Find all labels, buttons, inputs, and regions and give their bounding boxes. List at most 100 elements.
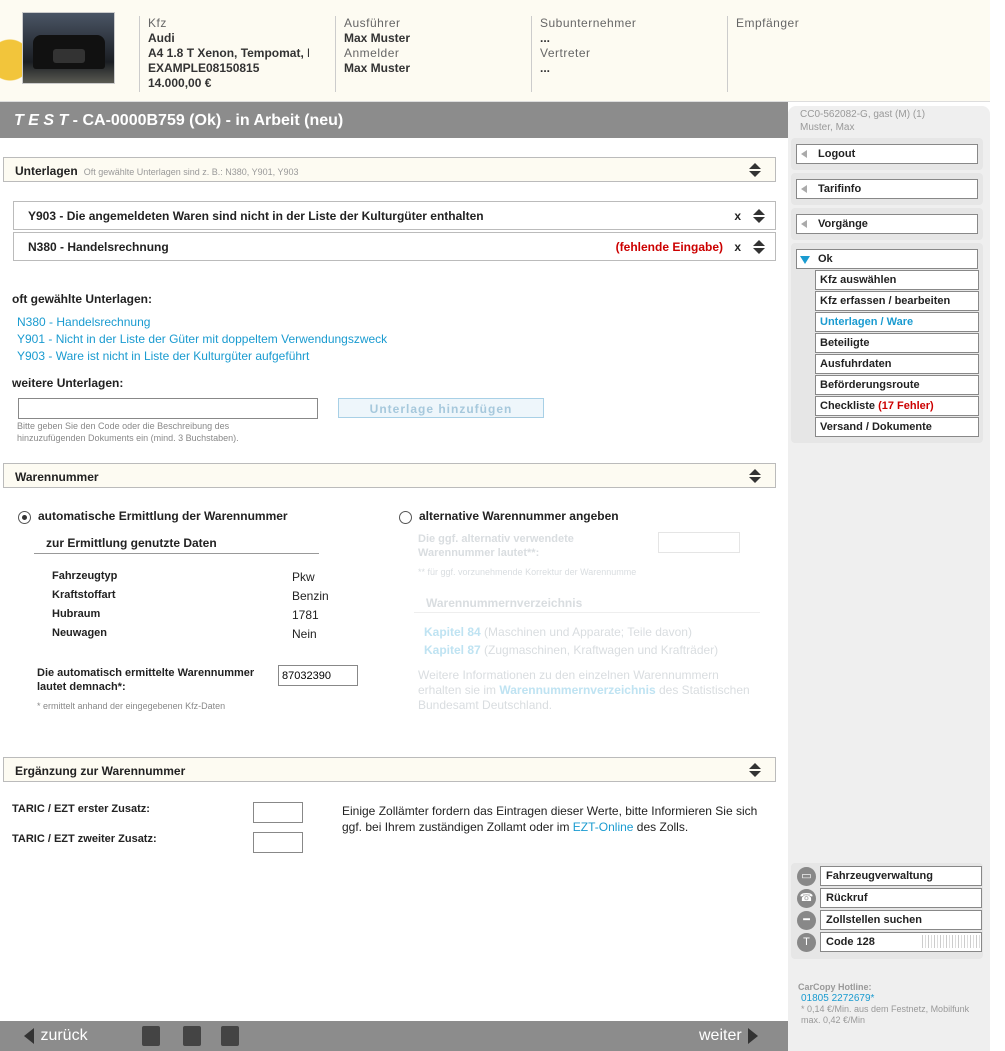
alt-warennummer-label: alternative Warennummer angeben	[419, 509, 619, 523]
next-button[interactable]: weiter	[699, 1027, 758, 1045]
sidebar-item-kfz-erfassen[interactable]: Kfz erfassen / bearbeiten	[815, 291, 979, 311]
divider	[414, 612, 760, 613]
menu-group: Tarifinfo	[791, 173, 983, 205]
vorgaenge-button[interactable]: Vorgänge	[796, 214, 978, 234]
result-label: Die automatisch ermittelte Warennummer la…	[37, 667, 255, 693]
verzeichnis-info: Weitere Informationen zu den einzelnen W…	[418, 668, 750, 712]
more-docs-label: weitere Unterlagen:	[12, 376, 124, 390]
data-key: Hubraum	[52, 608, 101, 620]
sidebar-item-versand[interactable]: Versand / Dokumente	[815, 417, 979, 437]
ok-menu-item[interactable]: Ok	[796, 249, 978, 269]
kapitel-87: Kapitel 87 (Zugmaschinen, Kraftwagen und…	[424, 643, 719, 657]
often-doc-link[interactable]: N380 - Handelsrechnung	[17, 315, 150, 329]
taric-first-input[interactable]	[253, 802, 303, 823]
header-kfz: Kfz Audi A4 1.8 T Xenon, Tempomat, I EXA…	[139, 16, 309, 92]
data-key: Kraftstoffart	[52, 589, 116, 601]
verzeichnis-heading: Warennummernverzeichnis	[426, 596, 583, 610]
expand-icon[interactable]	[753, 240, 765, 254]
missing-input-badge: (fehlende Eingabe)	[615, 240, 723, 254]
document-search-input[interactable]	[18, 398, 318, 419]
document-row: N380 - Handelsrechnung (fehlende Eingabe…	[13, 232, 776, 261]
sidebar-item-kfz-auswaehlen[interactable]: Kfz auswählen	[815, 270, 979, 290]
document-help-text: Bitte geben Sie den Code oder die Beschr…	[17, 421, 239, 443]
tool-fahrzeugverwaltung[interactable]: ▭ Fahrzeugverwaltung	[794, 866, 984, 886]
data-value: Benzin	[292, 589, 329, 603]
sidebar-item-ausfuhrdaten[interactable]: Ausfuhrdaten	[815, 354, 979, 374]
tool-rueckruf[interactable]: ☎ Rückruf	[794, 888, 984, 908]
data-value: Nein	[292, 627, 317, 641]
section-unterlagen-header[interactable]: Unterlagen Oft gewählte Unterlagen sind z…	[3, 157, 776, 182]
remove-document-button[interactable]: x	[734, 240, 741, 254]
ergaenzung-info: Einige Zollämter fordern das Eintragen d…	[342, 804, 758, 834]
header-empfaenger: Empfänger	[727, 16, 927, 92]
taric-first-label: TARIC / EZT erster Zusatz:	[12, 803, 150, 815]
tarifinfo-button[interactable]: Tarifinfo	[796, 179, 978, 199]
sidebar-item-unterlagen[interactable]: Unterlagen / Ware	[815, 312, 979, 332]
sidebar: CC0-562082-G, gast (M) (1) Muster, Max Lo…	[788, 106, 990, 1051]
arrow-left-icon	[801, 150, 807, 158]
data-heading: zur Ermittlung genutzte Daten	[46, 536, 217, 550]
alt-warennummer-radio[interactable]	[399, 511, 412, 524]
no-entry-icon: ━	[797, 911, 816, 930]
arrow-left-icon	[801, 220, 807, 228]
user-info: CC0-562082-G, gast (M) (1) Muster, Max	[800, 109, 926, 133]
collapse-icon[interactable]	[749, 163, 761, 177]
data-key: Neuwagen	[52, 627, 108, 639]
vehicle-photo[interactable]	[22, 12, 115, 84]
tool-zollstellen[interactable]: ━ Zollstellen suchen	[794, 910, 984, 930]
barcode-icon: T	[797, 933, 816, 952]
section-warennummer-header[interactable]: Warennummer	[3, 463, 776, 488]
car-icon: ▭	[797, 867, 816, 886]
menu-group: Logout	[791, 138, 983, 170]
remove-document-button[interactable]: x	[734, 209, 741, 223]
tools-group: ▭ Fahrzeugverwaltung ☎ Rückruf ━ Zollstelle…	[791, 863, 983, 959]
header-bar: Kfz Audi A4 1.8 T Xenon, Tempomat, I EXA…	[0, 0, 990, 102]
header-subunternehmer: Subunternehmer ... Vertreter ...	[531, 16, 721, 92]
logout-button[interactable]: Logout	[796, 144, 978, 164]
hotline-number[interactable]: 01805 2272679*	[801, 993, 874, 1004]
alt-warennummer-input[interactable]	[658, 532, 740, 553]
data-value: 1781	[292, 608, 319, 622]
footer-bar: zurück weiter	[0, 1021, 788, 1051]
download-icon[interactable]	[221, 1026, 239, 1046]
barcode-graphic	[922, 935, 980, 948]
section-ergaenzung-header[interactable]: Ergänzung zur Warennummer	[3, 757, 776, 782]
copy-icon[interactable]	[142, 1026, 160, 1046]
document-row: Y903 - Die angemeldeten Waren sind nicht…	[13, 201, 776, 230]
data-key: Fahrzeugtyp	[52, 570, 118, 582]
alt-question: Die ggf. alternativ verwendete Warennumme…	[418, 533, 574, 559]
collapse-icon[interactable]	[749, 469, 761, 483]
arrow-down-icon	[800, 256, 810, 264]
often-doc-link[interactable]: Y903 - Ware ist nicht in Liste der Kultu…	[17, 349, 309, 363]
auto-warennummer-radio[interactable]	[18, 511, 31, 524]
collapse-icon[interactable]	[749, 763, 761, 777]
warennummer-result-input[interactable]	[278, 665, 358, 686]
sidebar-item-checkliste[interactable]: Checkliste (17 Fehler)	[815, 396, 979, 416]
often-doc-link[interactable]: Y901 - Nicht in der Liste der Güter mit …	[17, 332, 387, 346]
back-button[interactable]: zurück	[24, 1027, 88, 1045]
data-value: Pkw	[292, 570, 315, 584]
page-title: T E S T - CA-0000B759 (Ok) - in Arbeit (…	[0, 102, 788, 138]
tool-code128[interactable]: T Code 128	[794, 932, 984, 952]
menu-group: Vorgänge	[791, 208, 983, 240]
hotline-info: CarCopy Hotline: 01805 2272679* * 0,14 €…	[798, 982, 970, 1025]
sidebar-item-beteiligte[interactable]: Beteiligte	[815, 333, 979, 353]
error-count-badge: (17 Fehler)	[878, 400, 934, 412]
taric-second-label: TARIC / EZT zweiter Zusatz:	[12, 833, 157, 845]
arrow-left-icon	[801, 185, 807, 193]
auto-warennummer-label: automatische Ermittlung der Warennummer	[38, 509, 288, 523]
arrow-left-icon	[24, 1027, 34, 1044]
sidebar-item-befoerderungsroute[interactable]: Beförderungsroute	[815, 375, 979, 395]
add-document-button[interactable]: Unterlage hinzufügen	[338, 398, 544, 418]
divider	[34, 553, 319, 554]
arrow-right-icon	[747, 1027, 758, 1044]
taric-second-input[interactable]	[253, 832, 303, 853]
often-docs-label: oft gewählte Unterlagen:	[12, 292, 153, 306]
phone-icon: ☎	[797, 889, 816, 908]
save-icon[interactable]	[183, 1026, 201, 1046]
expand-icon[interactable]	[753, 209, 765, 223]
ezt-online-link[interactable]: EZT-Online	[573, 820, 634, 834]
alt-note: ** für ggf. vorzunehmende Korrektur der …	[418, 567, 637, 577]
footnote: * ermittelt anhand der eingegebenen Kfz-…	[37, 701, 226, 711]
header-ausfuehrer: Ausführer Max Muster Anmelder Max Muster	[335, 16, 525, 92]
